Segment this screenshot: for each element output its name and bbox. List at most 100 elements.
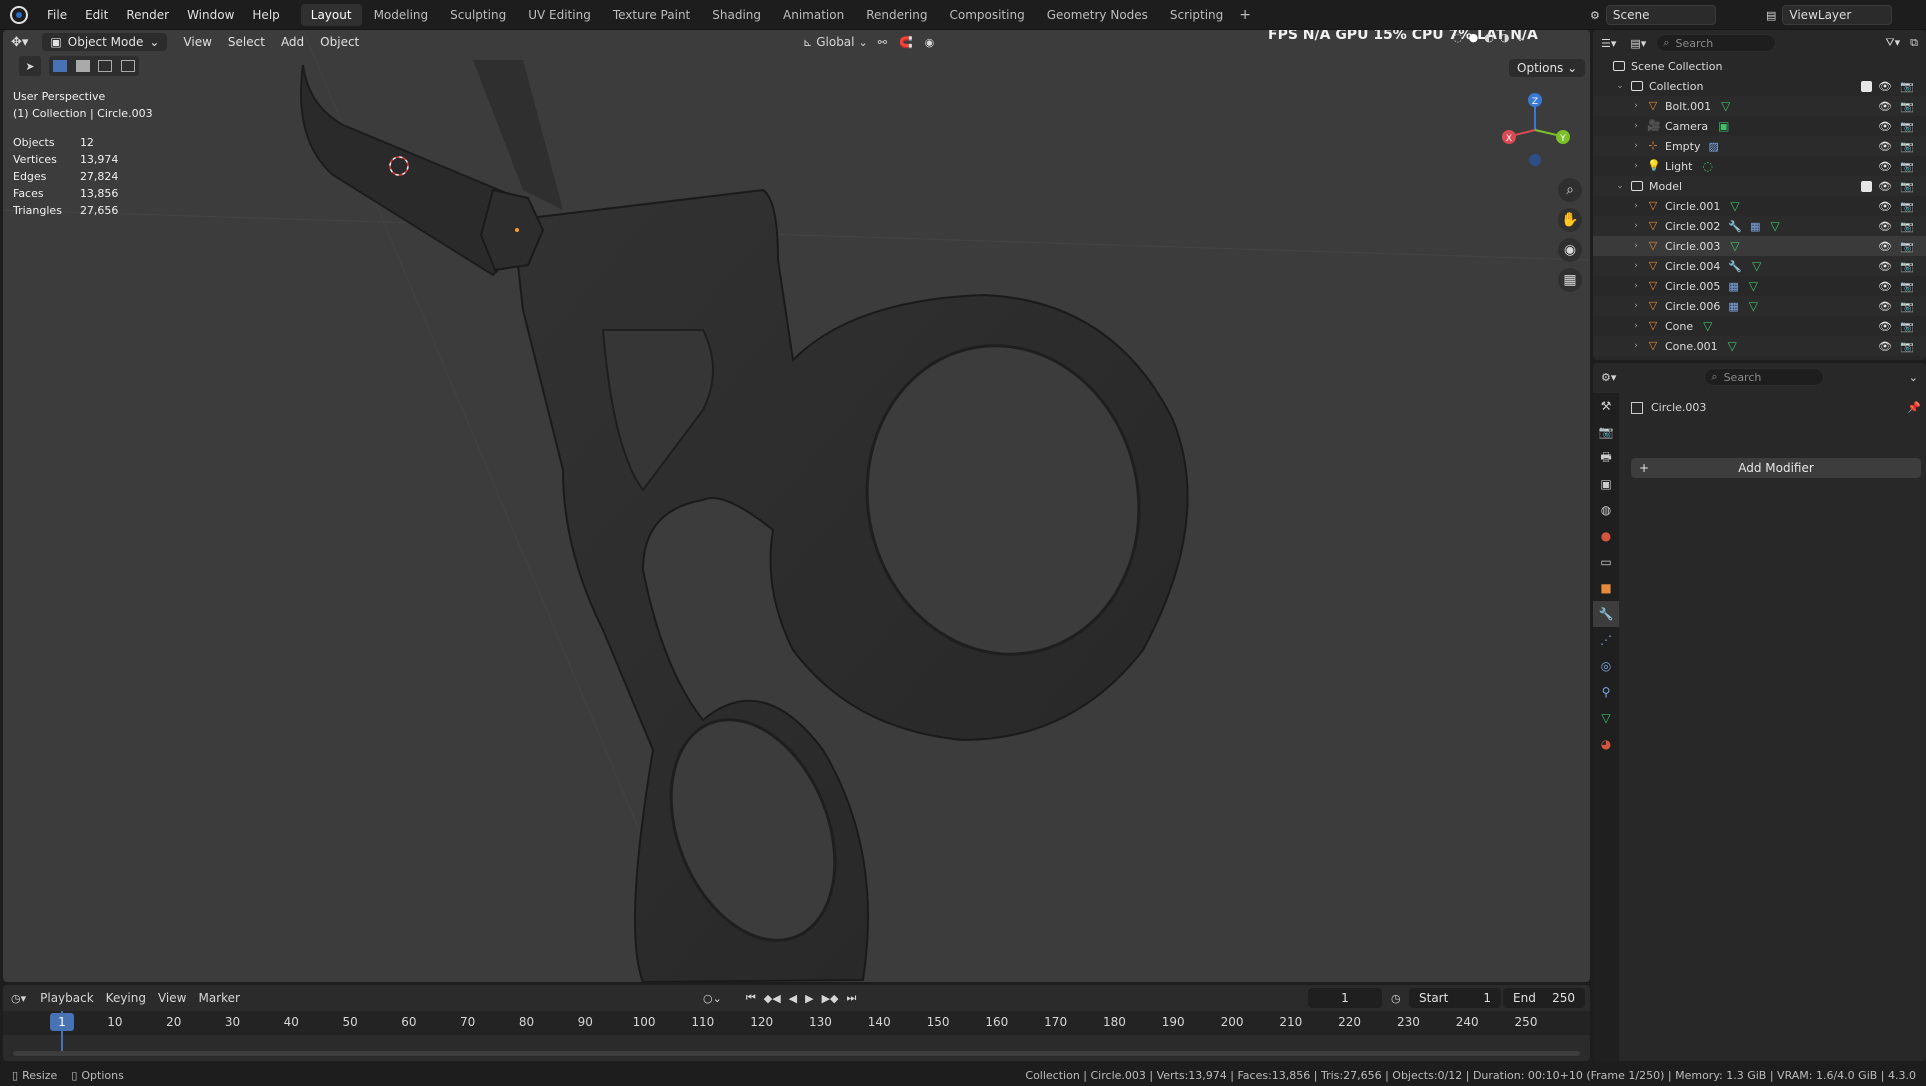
outliner-item[interactable]: › ▽ Circle.003 ▽ 👁 📷	[1593, 236, 1926, 256]
mesh-data-icon[interactable]: ▽	[1728, 339, 1737, 353]
chevron-right-icon[interactable]: ›	[1631, 341, 1641, 351]
checkbox-icon[interactable]	[1861, 180, 1872, 192]
eye-icon[interactable]: 👁	[1878, 120, 1892, 133]
scene-collection-row[interactable]: Scene Collection	[1593, 56, 1926, 76]
tool-tab-icon[interactable]: ⚒	[1593, 393, 1619, 419]
scene-field[interactable]: Scene	[1605, 5, 1716, 25]
tab-modeling[interactable]: Modeling	[364, 4, 439, 26]
outliner-search-input[interactable]: ⌕ Search	[1656, 34, 1777, 52]
render-visibility-icon[interactable]: 📷	[1900, 300, 1914, 313]
render-visibility-icon[interactable]: 📷	[1900, 200, 1914, 213]
3d-viewport[interactable]: ✥▾ ▣ Object Mode ⌄ View Select Add Object ⊾…	[3, 30, 1590, 982]
timeline-menu-view[interactable]: View	[158, 991, 186, 1005]
selection-mode-buttons[interactable]	[49, 56, 139, 76]
grid-view-icon[interactable]: ▦	[1558, 268, 1582, 292]
options-dropdown[interactable]: Options ⌄	[1509, 59, 1586, 77]
chevron-right-icon[interactable]: ›	[1631, 161, 1641, 171]
constraints-tab-icon[interactable]: ⚲	[1593, 679, 1619, 705]
data-tab-icon[interactable]: ▽	[1593, 705, 1619, 731]
outliner-item[interactable]: › 💡 Light ◌ 👁 📷	[1593, 156, 1926, 176]
next-keyframe-icon[interactable]: ▶◆	[822, 992, 839, 1005]
scene-selector[interactable]: ⚙ Scene	[1590, 5, 1716, 25]
select-subtract-icon[interactable]	[98, 60, 113, 72]
view-layer-field[interactable]: ViewLayer	[1782, 5, 1893, 25]
select-extend-icon[interactable]	[75, 60, 90, 72]
timeline-editor-icon[interactable]: ◷▾	[11, 992, 26, 1005]
zoom-icon[interactable]: ⌕	[1558, 178, 1582, 202]
chevron-right-icon[interactable]: ›	[1631, 101, 1641, 111]
display-mode-icon[interactable]: ▤▾	[1630, 37, 1646, 50]
eye-icon[interactable]: 👁	[1878, 220, 1892, 233]
chevron-right-icon[interactable]: ›	[1631, 201, 1641, 211]
render-visibility-icon[interactable]: 📷	[1900, 180, 1914, 193]
clock-icon[interactable]: ◷	[1391, 992, 1401, 1005]
tab-geometry-nodes[interactable]: Geometry Nodes	[1037, 4, 1158, 26]
mesh-data-icon[interactable]: ▽	[1752, 259, 1761, 273]
collection-tab-icon[interactable]: ▭	[1593, 549, 1619, 575]
play-icon[interactable]: ▶	[805, 992, 813, 1005]
chevron-right-icon[interactable]: ›	[1631, 121, 1641, 131]
eye-icon[interactable]: 👁	[1878, 340, 1892, 353]
render-visibility-icon[interactable]: 📷	[1900, 140, 1914, 153]
chevron-down-icon[interactable]: ⌄	[1515, 31, 1524, 44]
timeline-menu-keying[interactable]: Keying	[106, 991, 146, 1005]
chevron-right-icon[interactable]: ›	[1631, 221, 1641, 231]
orientation-dropdown[interactable]: Global	[816, 35, 854, 49]
prev-keyframe-icon[interactable]: ◆◀	[764, 992, 781, 1005]
add-modifier-button[interactable]: + Add Modifier	[1631, 458, 1921, 478]
mesh-data-icon[interactable]: ▽	[1771, 219, 1780, 233]
chevron-down-icon[interactable]: ⌄	[1615, 81, 1625, 91]
camera-data-icon[interactable]: ▣	[1718, 119, 1729, 133]
render-visibility-icon[interactable]: 📷	[1900, 340, 1914, 353]
menu-help[interactable]: Help	[243, 8, 288, 22]
image-icon[interactable]: ▨	[1708, 140, 1718, 153]
navigation-gizmo[interactable]: Z Y X	[1499, 90, 1571, 168]
frame-ruler[interactable]: 10 20 30 40 50 60 70 80 90 100 110 120 130 140 150 160 1…	[3, 1011, 1590, 1035]
view-layer-selector[interactable]: ▤ ViewLayer	[1766, 5, 1893, 25]
modifier-wrench-icon[interactable]: 🔧	[1728, 220, 1742, 233]
proportional-edit-icon[interactable]: ◉	[925, 36, 935, 49]
mesh-data-icon[interactable]: ▽	[1730, 199, 1739, 213]
menu-render[interactable]: Render	[117, 8, 178, 22]
eye-icon[interactable]: 👁	[1878, 180, 1892, 193]
mesh-data-icon[interactable]: ▽	[1721, 99, 1730, 113]
render-visibility-icon[interactable]: 📷	[1900, 280, 1914, 293]
menu-window[interactable]: Window	[178, 8, 243, 22]
outliner-item[interactable]: › 🎥 Camera ▣ 👁 📷	[1593, 116, 1926, 136]
light-data-icon[interactable]: ◌	[1702, 159, 1712, 173]
collection-row[interactable]: ⌄ Collection 👁 📷	[1593, 76, 1926, 96]
render-visibility-icon[interactable]: 📷	[1900, 240, 1914, 253]
eye-icon[interactable]: 👁	[1878, 160, 1892, 173]
current-frame-field[interactable]: 1	[1308, 988, 1382, 1008]
wireframe-shading-icon[interactable]: ◌	[1453, 31, 1463, 44]
chevron-right-icon[interactable]: ›	[1631, 301, 1641, 311]
pan-hand-icon[interactable]: ✋	[1558, 208, 1582, 232]
tab-layout[interactable]: Layout	[300, 3, 362, 26]
object-tab-icon[interactable]: ■	[1593, 575, 1619, 601]
physics-tab-icon[interactable]: ◎	[1593, 653, 1619, 679]
viewport-menu-view[interactable]: View	[175, 35, 219, 49]
add-workspace-button[interactable]: +	[1239, 7, 1251, 23]
eye-icon[interactable]: 👁	[1878, 280, 1892, 293]
timeline-menu-marker[interactable]: Marker	[198, 991, 239, 1005]
snap-icon[interactable]: 🧲	[899, 36, 913, 49]
mesh-data-icon[interactable]: ▽	[1749, 299, 1758, 313]
neg-z-axis-icon[interactable]	[1529, 154, 1541, 166]
jump-start-icon[interactable]: ⏮	[746, 991, 756, 1005]
eye-icon[interactable]: 👁	[1878, 140, 1892, 153]
mesh-data-icon[interactable]: ▽	[1730, 239, 1739, 253]
chevron-right-icon[interactable]: ›	[1631, 241, 1641, 251]
modifier-icon[interactable]: ▦	[1750, 220, 1760, 233]
camera-view-icon[interactable]: ◉	[1558, 238, 1582, 262]
mesh-data-icon[interactable]: ▽	[1703, 319, 1712, 333]
render-visibility-icon[interactable]: 📷	[1900, 120, 1914, 133]
outliner-item[interactable]: › ▽ Circle.002 🔧 ▦ ▽ 👁 📷	[1593, 216, 1926, 236]
tab-scripting[interactable]: Scripting	[1160, 4, 1233, 26]
render-visibility-icon[interactable]: 📷	[1900, 320, 1914, 333]
modifier-tab-icon[interactable]: 🔧	[1593, 601, 1619, 627]
chevron-right-icon[interactable]: ›	[1631, 281, 1641, 291]
chevron-right-icon[interactable]: ›	[1631, 261, 1641, 271]
pivot-icon[interactable]: ⚯	[878, 36, 887, 49]
eye-icon[interactable]: 👁	[1878, 240, 1892, 253]
pin-icon[interactable]: 📌	[1907, 401, 1921, 414]
